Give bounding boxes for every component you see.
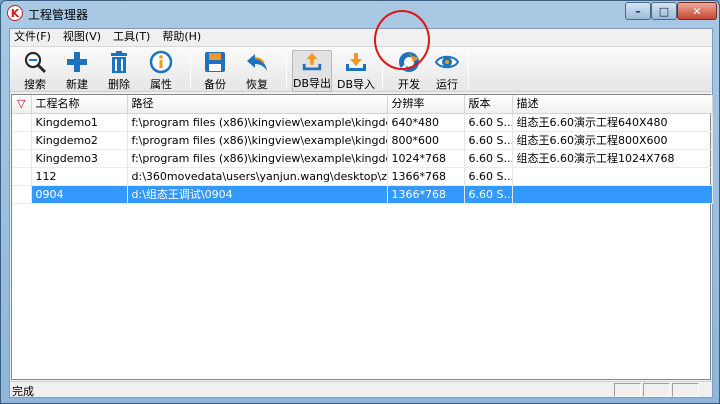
project-version: 6.60 S... bbox=[464, 185, 513, 204]
current-project-flag-icon: ▽ bbox=[12, 185, 32, 204]
minimize-button[interactable]: – bbox=[625, 2, 651, 20]
magnifier-icon bbox=[24, 51, 47, 74]
table-row[interactable]: 112 d:\360movedata\users\yanjun.wang\des… bbox=[12, 167, 713, 186]
status-text: 完成 bbox=[12, 385, 34, 398]
project-path: f:\program files (x86)\kingview\example\… bbox=[127, 131, 388, 150]
project-resolution: 640*480 bbox=[387, 113, 465, 132]
row-flag bbox=[12, 113, 32, 132]
project-resolution: 800*600 bbox=[387, 131, 465, 150]
window-title: 工程管理器 bbox=[28, 8, 89, 22]
status-pane bbox=[643, 383, 670, 397]
row-flag bbox=[12, 131, 32, 150]
properties-label: 属性 bbox=[150, 78, 172, 91]
run-label: 运行 bbox=[436, 78, 458, 91]
backup-button[interactable]: 备份 bbox=[200, 50, 230, 92]
version-column-header[interactable]: 版本 bbox=[464, 95, 513, 114]
upload-tray-icon bbox=[302, 52, 322, 71]
name-column-header[interactable]: 工程名称 bbox=[31, 95, 128, 114]
restore-button[interactable]: 恢复 bbox=[242, 50, 272, 92]
db-export-label: DB导出 bbox=[292, 77, 332, 90]
row-flag bbox=[12, 167, 32, 186]
title-bar[interactable]: K 工程管理器 – □ ✕ bbox=[1, 1, 719, 25]
table-row[interactable]: Kingdemo3 f:\program files (x86)\kingvie… bbox=[12, 149, 713, 168]
project-path: f:\program files (x86)\kingview\example\… bbox=[127, 149, 388, 168]
eye-icon bbox=[435, 55, 459, 69]
toolbar-separator bbox=[468, 51, 469, 89]
project-path: d:\360movedata\users\yanjun.wang\desktop… bbox=[127, 167, 388, 186]
project-version: 6.60 S... bbox=[464, 131, 513, 150]
project-description: 组态王6.60演示工程1024X768 bbox=[512, 149, 713, 168]
develop-label: 开发 bbox=[398, 78, 420, 91]
search-button[interactable]: 搜索 bbox=[20, 50, 50, 92]
status-bar: 完成 bbox=[10, 381, 712, 398]
table-row[interactable]: Kingdemo1 f:\program files (x86)\kingvie… bbox=[12, 113, 713, 132]
highlight-circle-annotation bbox=[374, 10, 430, 70]
path-column-header[interactable]: 路径 bbox=[127, 95, 388, 114]
flag-column-header[interactable]: ▽ bbox=[12, 95, 32, 114]
project-name: Kingdemo2 bbox=[31, 131, 128, 150]
project-name: Kingdemo3 bbox=[31, 149, 128, 168]
project-name: 0904 bbox=[31, 185, 128, 204]
project-path: d:\组态王调试\0904 bbox=[127, 185, 388, 204]
project-list: ▽ 工程名称 路径 分辨率 版本 描述 Kingdemo1 f:\program… bbox=[11, 94, 713, 380]
maximize-button[interactable]: □ bbox=[651, 2, 677, 20]
table-row[interactable]: Kingdemo2 f:\program files (x86)\kingvie… bbox=[12, 131, 713, 150]
delete-button[interactable]: 删除 bbox=[104, 50, 134, 92]
new-button[interactable]: 新建 bbox=[62, 50, 92, 92]
trash-icon bbox=[111, 51, 127, 73]
floppy-disk-icon bbox=[205, 52, 225, 72]
run-button[interactable]: 运行 bbox=[432, 50, 462, 92]
menu-view[interactable]: 视图(V) bbox=[57, 29, 107, 45]
project-version: 6.60 S... bbox=[464, 113, 513, 132]
plus-icon bbox=[67, 52, 87, 72]
description-column-header[interactable]: 描述 bbox=[512, 95, 713, 114]
row-flag bbox=[12, 149, 32, 168]
menu-tools[interactable]: 工具(T) bbox=[107, 29, 156, 45]
project-resolution: 1366*768 bbox=[387, 167, 465, 186]
menu-bar: 文件(F) 视图(V) 工具(T) 帮助(H) bbox=[10, 29, 712, 45]
project-description bbox=[512, 167, 713, 186]
app-logo-icon[interactable]: K bbox=[7, 5, 23, 21]
table-row-selected[interactable]: ▽ 0904 d:\组态王调试\0904 1366*768 6.60 S... bbox=[12, 185, 713, 204]
status-pane bbox=[614, 383, 641, 397]
info-icon bbox=[149, 50, 173, 74]
project-description: 组态王6.60演示工程800X600 bbox=[512, 131, 713, 150]
toolbar: 搜索 新建 删除 属性 备份 恢复 DB导出 DB导入 开发 运行 bbox=[10, 46, 712, 92]
resolution-column-header[interactable]: 分辨率 bbox=[387, 95, 465, 114]
undo-arrow-icon bbox=[247, 54, 267, 71]
client-area: 文件(F) 视图(V) 工具(T) 帮助(H) 搜索 新建 删除 属性 备份 恢… bbox=[9, 28, 713, 398]
download-tray-icon bbox=[346, 53, 366, 71]
close-button[interactable]: ✕ bbox=[677, 2, 717, 20]
project-path: f:\program files (x86)\kingview\example\… bbox=[127, 113, 388, 132]
project-table: ▽ 工程名称 路径 分辨率 版本 描述 Kingdemo1 f:\program… bbox=[12, 95, 713, 204]
project-description bbox=[512, 185, 713, 204]
backup-label: 备份 bbox=[204, 78, 226, 91]
project-resolution: 1366*768 bbox=[387, 185, 465, 204]
project-name: 112 bbox=[31, 167, 128, 186]
table-header-row: ▽ 工程名称 路径 分辨率 版本 描述 bbox=[12, 95, 713, 114]
new-label: 新建 bbox=[66, 78, 88, 91]
properties-button[interactable]: 属性 bbox=[146, 50, 176, 92]
menu-help[interactable]: 帮助(H) bbox=[156, 29, 207, 45]
project-name: Kingdemo1 bbox=[31, 113, 128, 132]
db-import-label: DB导入 bbox=[336, 78, 376, 91]
db-export-button[interactable]: DB导出 bbox=[292, 50, 332, 92]
toolbar-separator bbox=[190, 51, 191, 89]
delete-label: 删除 bbox=[108, 78, 130, 91]
project-version: 6.60 S... bbox=[464, 167, 513, 186]
project-resolution: 1024*768 bbox=[387, 149, 465, 168]
status-pane bbox=[672, 383, 699, 397]
toolbar-separator bbox=[286, 51, 287, 89]
db-import-button[interactable]: DB导入 bbox=[336, 50, 376, 92]
project-version: 6.60 S... bbox=[464, 149, 513, 168]
menu-file[interactable]: 文件(F) bbox=[10, 29, 57, 45]
app-window: K 工程管理器 – □ ✕ 文件(F) 视图(V) 工具(T) 帮助(H) 搜索 bbox=[0, 0, 720, 404]
project-description: 组态王6.60演示工程640X480 bbox=[512, 113, 713, 132]
search-label: 搜索 bbox=[24, 78, 46, 91]
restore-label: 恢复 bbox=[246, 78, 268, 91]
